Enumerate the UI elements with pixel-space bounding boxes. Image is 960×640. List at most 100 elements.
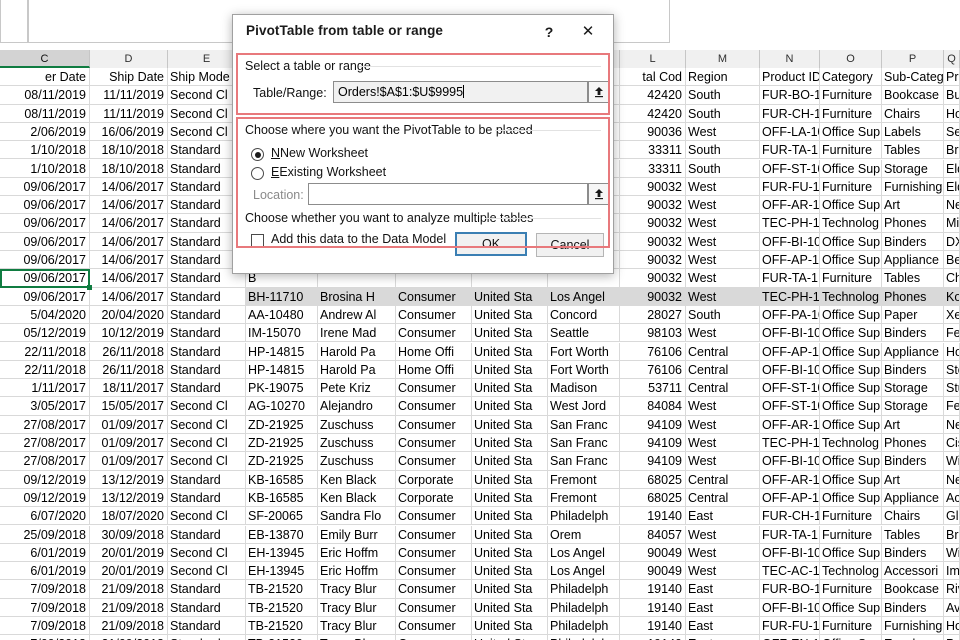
grid-cell[interactable]: United Sta xyxy=(472,416,548,434)
grid-cell[interactable]: West xyxy=(686,434,760,452)
grid-cell[interactable]: ZD-21925 xyxy=(246,416,318,434)
grid-cell[interactable]: Office Sup xyxy=(820,544,882,562)
grid-cell[interactable]: Bookcase xyxy=(882,580,944,598)
grid-cell[interactable]: 1/11/2017 xyxy=(0,379,90,397)
grid-cell[interactable]: TEC-PH-1 xyxy=(760,214,820,232)
grid-cell[interactable]: United Sta xyxy=(472,489,548,507)
grid-cell[interactable]: Orem xyxy=(548,526,620,544)
grid-cell[interactable]: Office Sup xyxy=(820,160,882,178)
grid-cell[interactable]: Central xyxy=(686,489,760,507)
grid-cell[interactable]: Xerox 196 xyxy=(944,306,960,324)
grid-cell[interactable]: OFF-AR-1 xyxy=(760,416,820,434)
grid-cell[interactable]: West xyxy=(686,397,760,415)
grid-cell[interactable]: United Sta xyxy=(472,526,548,544)
grid-cell[interactable]: Second Cl xyxy=(168,397,246,415)
grid-cell[interactable]: Tracy Blur xyxy=(318,599,396,617)
grid-cell[interactable]: 94109 xyxy=(620,434,686,452)
grid-cell[interactable]: Alejandro xyxy=(318,397,396,415)
grid-cell[interactable]: Newell 32 xyxy=(944,196,960,214)
grid-cell[interactable]: Second Cl xyxy=(168,562,246,580)
grid-cell[interactable]: 13/12/2019 xyxy=(90,471,168,489)
grid-cell[interactable]: Consumer xyxy=(396,288,472,306)
grid-cell[interactable]: Furniture xyxy=(820,507,882,525)
grid-cell[interactable]: OFF-AP-10 xyxy=(760,343,820,361)
grid-cell[interactable]: TB-21520 xyxy=(246,599,318,617)
grid-cell[interactable]: Los Angel xyxy=(548,562,620,580)
grid-cell[interactable]: Office Sup xyxy=(820,489,882,507)
grid-cell[interactable]: West xyxy=(686,178,760,196)
grid-cell[interactable]: AG-10270 xyxy=(246,397,318,415)
grid-cell[interactable]: West xyxy=(686,416,760,434)
grid-cell[interactable]: 13/12/2019 xyxy=(90,489,168,507)
grid-cell[interactable]: 53711 xyxy=(620,379,686,397)
grid-cell[interactable]: Consumer xyxy=(396,562,472,580)
grid-cell[interactable]: TB-21520 xyxy=(246,580,318,598)
grid-cell[interactable]: Fellowes xyxy=(944,324,960,342)
grid-cell[interactable]: OFF-BI-10 xyxy=(760,599,820,617)
grid-cell[interactable]: Category xyxy=(820,68,882,86)
grid-cell[interactable]: 09/06/2017 xyxy=(0,288,90,306)
grid-cell[interactable]: Furniture xyxy=(820,86,882,104)
grid-cell[interactable]: Harold Pa xyxy=(318,343,396,361)
grid-cell[interactable]: 42420 xyxy=(620,105,686,123)
grid-cell[interactable]: Consumer xyxy=(396,397,472,415)
grid-cell[interactable]: Standard xyxy=(168,306,246,324)
grid-cell[interactable]: OFF-BI-10 xyxy=(760,233,820,251)
grid-cell[interactable]: Binders xyxy=(882,599,944,617)
grid-cell[interactable]: Consumer xyxy=(396,635,472,640)
grid-cell[interactable]: West Jord xyxy=(548,397,620,415)
grid-cell[interactable]: 14/06/2017 xyxy=(90,288,168,306)
grid-cell[interactable]: AA-10480 xyxy=(246,306,318,324)
grid-cell[interactable]: Office Sup xyxy=(820,635,882,640)
grid-cell[interactable]: Storex Du xyxy=(944,361,960,379)
grid-cell[interactable]: Newell 31 xyxy=(944,471,960,489)
grid-cell[interactable]: 90032 xyxy=(620,251,686,269)
grid-cell[interactable]: Howard M xyxy=(944,617,960,635)
table-row[interactable]: 25/09/201830/09/2018Standard EB-13870Emi… xyxy=(0,526,960,544)
grid-cell[interactable]: 15/05/2017 xyxy=(90,397,168,415)
grid-cell[interactable]: Second Cl xyxy=(168,416,246,434)
grid-cell[interactable]: Global De xyxy=(944,507,960,525)
grid-cell[interactable]: Storage xyxy=(882,397,944,415)
grid-cell[interactable]: Furniture xyxy=(820,269,882,287)
grid-cell[interactable]: Fort Worth xyxy=(548,343,620,361)
grid-cell[interactable]: Sandra Flo xyxy=(318,507,396,525)
grid-cell[interactable]: Furniture xyxy=(820,141,882,159)
grid-cell[interactable]: Corporate xyxy=(396,471,472,489)
grid-cell[interactable]: West xyxy=(686,123,760,141)
grid-cell[interactable]: 14/06/2017 xyxy=(90,214,168,232)
grid-cell[interactable]: 18/10/2018 xyxy=(90,141,168,159)
grid-cell[interactable]: Standard xyxy=(168,343,246,361)
grid-cell[interactable]: Los Angel xyxy=(548,288,620,306)
grid-cell[interactable]: OFF-BI-10 xyxy=(760,452,820,470)
close-icon[interactable]: ✕ xyxy=(575,21,601,43)
table-row[interactable]: 1/11/201718/11/2017Standard PK-19075Pete… xyxy=(0,379,960,397)
grid-cell[interactable]: Accessori xyxy=(882,562,944,580)
grid-cell[interactable]: Binders xyxy=(882,324,944,342)
grid-cell[interactable]: United Sta xyxy=(472,452,548,470)
grid-cell[interactable]: 19140 xyxy=(620,617,686,635)
grid-cell[interactable]: 1/10/2018 xyxy=(0,160,90,178)
grid-cell[interactable]: Standard xyxy=(168,379,246,397)
grid-cell[interactable]: HP-14815 xyxy=(246,361,318,379)
grid-cell[interactable]: 19140 xyxy=(620,599,686,617)
grid-cell[interactable]: 68025 xyxy=(620,489,686,507)
grid-cell[interactable]: Bretford xyxy=(944,141,960,159)
grid-cell[interactable]: IM-15070 xyxy=(246,324,318,342)
table-row[interactable]: 7/09/201821/09/2018Standard TB-21520Trac… xyxy=(0,580,960,598)
grid-cell[interactable]: 94109 xyxy=(620,416,686,434)
grid-cell[interactable]: Zuschuss xyxy=(318,416,396,434)
grid-cell[interactable]: Product N xyxy=(944,68,960,86)
grid-cell[interactable]: Appliance xyxy=(882,343,944,361)
grid-cell[interactable]: 76106 xyxy=(620,361,686,379)
grid-cell[interactable]: Hon Delu xyxy=(944,105,960,123)
column-header-d[interactable]: D xyxy=(90,50,168,68)
grid-cell[interactable]: FUR-FU-1 xyxy=(760,178,820,196)
grid-cell[interactable]: 14/06/2017 xyxy=(90,233,168,251)
grid-cell[interactable]: Consumer xyxy=(396,599,472,617)
grid-cell[interactable]: Standard xyxy=(168,580,246,598)
grid-cell[interactable]: 76106 xyxy=(620,343,686,361)
grid-cell[interactable]: BH-11710 xyxy=(246,288,318,306)
grid-cell[interactable]: 20/01/2019 xyxy=(90,544,168,562)
grid-cell[interactable]: Central xyxy=(686,343,760,361)
